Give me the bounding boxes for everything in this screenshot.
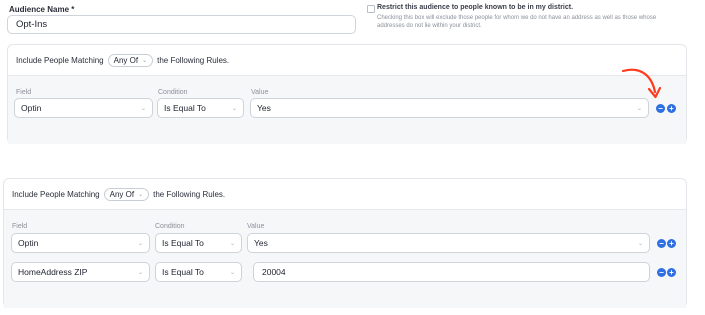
- rule-condition-value: Is Equal To: [164, 103, 206, 113]
- restrict-district-description-line1: Checking this box will exclude those peo…: [377, 15, 657, 21]
- add-rule-button[interactable]: +: [667, 104, 676, 113]
- match-type-value: Any Of: [113, 55, 139, 65]
- rule-condition-value: Is Equal To: [162, 238, 204, 248]
- remove-rule-button[interactable]: −: [657, 268, 666, 277]
- rule-value-select[interactable]: Yes ⌄: [250, 98, 649, 118]
- rule-field-select[interactable]: Optin ⌄: [11, 233, 150, 253]
- restrict-district-description-line2: addresses do not lie within your distric…: [377, 23, 482, 29]
- audience-name-label: Audience Name *: [9, 5, 75, 14]
- chevron-down-icon: ⌄: [137, 269, 143, 276]
- field-column-label: Field: [12, 223, 28, 230]
- chevron-down-icon: ⌄: [138, 191, 144, 198]
- add-rule-button[interactable]: +: [667, 239, 676, 248]
- rule-group-2-body: Field Condition Value Optin ⌄ Is Equal T…: [4, 210, 686, 308]
- rule-value-select[interactable]: Yes ⌄: [247, 233, 650, 253]
- audience-name-input[interactable]: Opt-Ins: [7, 15, 356, 34]
- rule-condition-value: Is Equal To: [162, 267, 204, 277]
- match-type-select[interactable]: Any Of ⌄: [107, 53, 154, 67]
- rule-field-value: Optin: [18, 238, 39, 248]
- following-rules-text: the Following Rules.: [157, 55, 230, 65]
- chevron-down-icon: ⌄: [229, 240, 235, 247]
- rule-value-input[interactable]: 20004: [253, 262, 650, 282]
- add-rule-button[interactable]: +: [667, 268, 676, 277]
- include-matching-text: Include People Matching: [16, 55, 104, 65]
- rule-field-select[interactable]: Optin ⌄: [14, 98, 153, 118]
- rule-field-value: HomeAddress ZIP: [18, 267, 88, 277]
- include-matching-text: Include People Matching: [12, 189, 100, 199]
- rule-value-value: Yes: [254, 238, 268, 248]
- rule-group-1-header: Include People Matching Any Of ⌄ the Fol…: [8, 45, 686, 76]
- rule-group-1-body: Field Condition Value Optin ⌄ Is Equal T…: [8, 76, 686, 144]
- restrict-district-checkbox[interactable]: [367, 5, 375, 13]
- chevron-down-icon: ⌄: [137, 240, 143, 247]
- chevron-down-icon: ⌄: [142, 57, 148, 64]
- chevron-down-icon: ⌄: [229, 269, 235, 276]
- field-column-label: Field: [16, 89, 32, 96]
- chevron-down-icon: ⌄: [637, 240, 643, 247]
- rule-field-select[interactable]: HomeAddress ZIP ⌄: [11, 262, 150, 282]
- rule-group-1: Include People Matching Any Of ⌄ the Fol…: [7, 44, 687, 144]
- rule-condition-select[interactable]: Is Equal To ⌄: [155, 233, 242, 253]
- rule-condition-select[interactable]: Is Equal To ⌄: [157, 98, 244, 118]
- match-type-select[interactable]: Any Of ⌄: [103, 187, 150, 201]
- rule-value-value: Yes: [257, 103, 271, 113]
- remove-rule-button[interactable]: −: [657, 239, 666, 248]
- value-column-label: Value: [247, 223, 265, 230]
- value-column-label: Value: [251, 89, 269, 96]
- match-type-value: Any Of: [109, 189, 135, 199]
- condition-column-label: Condition: [155, 223, 185, 230]
- rule-group-2-header: Include People Matching Any Of ⌄ the Fol…: [4, 179, 686, 210]
- chevron-down-icon: ⌄: [231, 105, 237, 112]
- following-rules-text: the Following Rules.: [153, 189, 226, 199]
- condition-column-label: Condition: [158, 89, 188, 96]
- annotation-arrow-icon: [621, 68, 662, 99]
- restrict-district-label: Restrict this audience to people known t…: [377, 4, 574, 11]
- rule-group-2: Include People Matching Any Of ⌄ the Fol…: [3, 178, 687, 308]
- rule-condition-select[interactable]: Is Equal To ⌄: [155, 262, 242, 282]
- rule-field-value: Optin: [21, 103, 42, 113]
- chevron-down-icon: ⌄: [140, 105, 146, 112]
